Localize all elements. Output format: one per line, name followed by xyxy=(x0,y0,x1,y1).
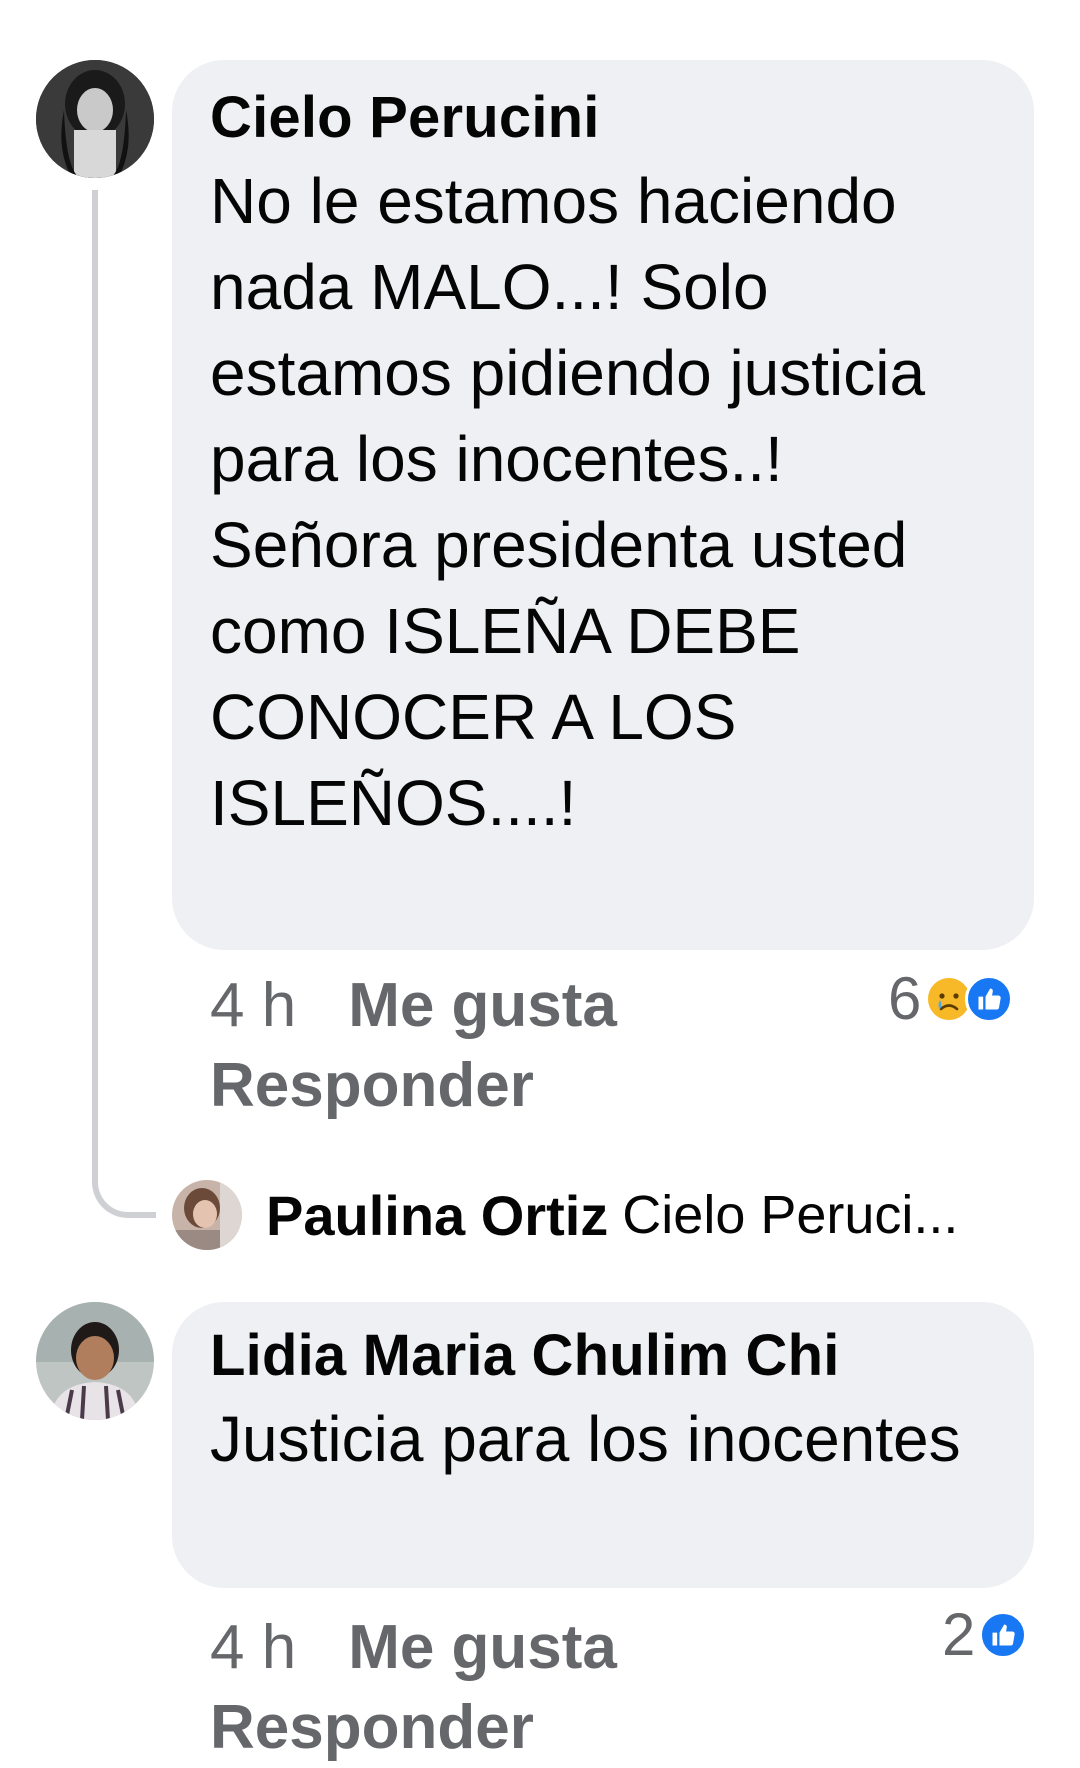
like-icon xyxy=(965,974,1014,1023)
like-button[interactable]: Me gusta xyxy=(348,971,617,1040)
comment-meta: 4 h Me gusta Responder xyxy=(210,966,617,1126)
reaction-count: 2 xyxy=(942,1601,976,1668)
reply-preview[interactable]: Paulina Ortiz Cielo Peruci... xyxy=(172,1180,958,1250)
thread-connector-line xyxy=(92,190,156,1218)
avatar[interactable] xyxy=(36,60,154,178)
comment-author[interactable]: Cielo Perucini xyxy=(210,78,998,158)
reaction-count: 6 xyxy=(888,965,922,1032)
comment-bubble[interactable]: Lidia Maria Chulim Chi Justicia para los… xyxy=(172,1302,1034,1588)
avatar[interactable] xyxy=(172,1180,242,1250)
reply-button[interactable]: Responder xyxy=(210,1688,617,1768)
comment-time[interactable]: 4 h xyxy=(210,971,296,1040)
like-icon xyxy=(979,1610,1028,1659)
comment-time[interactable]: 4 h xyxy=(210,1613,296,1682)
reply-snippet[interactable]: Cielo Peruci... xyxy=(622,1184,958,1246)
comment-author[interactable]: Lidia Maria Chulim Chi xyxy=(210,1316,998,1396)
reaction-summary[interactable]: 6 xyxy=(888,964,1014,1033)
comment-text: Justicia para los inocentes xyxy=(210,1403,961,1475)
comment-text: No le estamos haciendo nada MALO...! Sol… xyxy=(210,165,926,839)
reply-button[interactable]: Responder xyxy=(210,1046,617,1126)
comment-bubble[interactable]: Cielo Perucini No le estamos haciendo na… xyxy=(172,60,1034,950)
reply-author[interactable]: Paulina Ortiz xyxy=(266,1183,608,1248)
avatar[interactable] xyxy=(36,1302,154,1420)
comment-meta: 4 h Me gusta Responder xyxy=(210,1608,617,1768)
like-button[interactable]: Me gusta xyxy=(348,1613,617,1682)
reaction-summary[interactable]: 2 xyxy=(942,1600,1028,1669)
